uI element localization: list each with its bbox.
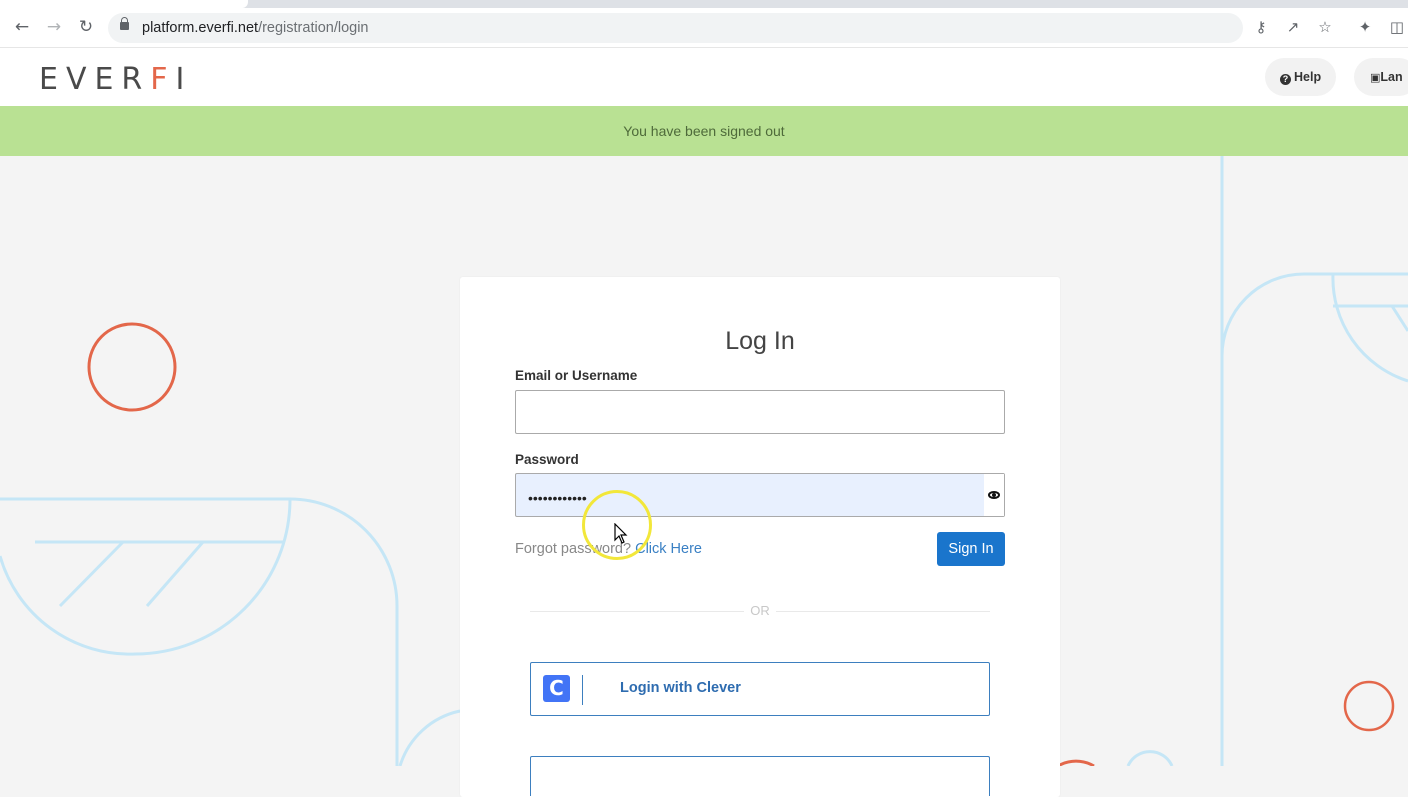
lock-icon — [120, 17, 129, 30]
share-icon[interactable]: ↗ — [1284, 18, 1302, 36]
alternate-login-button[interactable] — [530, 756, 990, 796]
mouse-pointer-icon — [614, 523, 628, 544]
star-icon[interactable]: ☆ — [1316, 18, 1334, 36]
signed-out-banner: You have been signed out — [0, 106, 1408, 156]
language-icon: ▣ — [1370, 71, 1381, 84]
address-bar[interactable]: platform.everfi.net/registration/login — [108, 13, 1243, 43]
or-divider-text: OR — [750, 603, 770, 618]
everfi-logo[interactable]: EVERFI — [39, 62, 192, 97]
login-title: Log In — [725, 327, 795, 355]
divider-left — [530, 611, 744, 612]
decor-circle-left — [87, 322, 177, 412]
clever-separator — [582, 675, 583, 705]
extensions-icon[interactable]: ✦ — [1356, 18, 1374, 36]
password-value: •••••••••••• — [528, 490, 587, 506]
tab-strip — [0, 0, 1408, 8]
divider-right — [776, 611, 990, 612]
browser-toolbar: ← → ↻ platform.everfi.net/registration/l… — [0, 0, 1408, 48]
password-label: Password — [515, 452, 579, 467]
login-with-clever-button[interactable]: C Login with Clever — [530, 662, 990, 716]
reload-icon[interactable]: ↻ — [75, 16, 97, 38]
email-field[interactable] — [515, 390, 1005, 434]
show-password-toggle[interactable] — [984, 474, 1004, 516]
sign-in-button[interactable]: Sign In — [937, 532, 1005, 566]
eye-icon — [988, 491, 1000, 499]
help-button[interactable]: ? Help — [1265, 58, 1337, 96]
active-tab[interactable] — [0, 0, 248, 8]
key-icon[interactable]: ⚷ — [1252, 18, 1270, 36]
question-icon: ? — [1280, 74, 1291, 85]
clever-logo-icon: C — [543, 675, 570, 702]
clever-label: Login with Clever — [620, 680, 741, 696]
language-button[interactable]: ▣Lan — [1354, 58, 1408, 96]
forward-icon[interactable]: → — [43, 16, 65, 38]
side-panel-icon[interactable]: ◫ — [1388, 18, 1406, 36]
login-card: Log In Email or Username Password ••••••… — [460, 277, 1060, 797]
site-header: EVERFI ? Help ▣Lan — [0, 48, 1408, 106]
decor-circle-right — [1343, 680, 1395, 732]
url-text: platform.everfi.net/registration/login — [142, 20, 369, 36]
back-icon[interactable]: ← — [11, 16, 33, 38]
email-label: Email or Username — [515, 368, 638, 383]
